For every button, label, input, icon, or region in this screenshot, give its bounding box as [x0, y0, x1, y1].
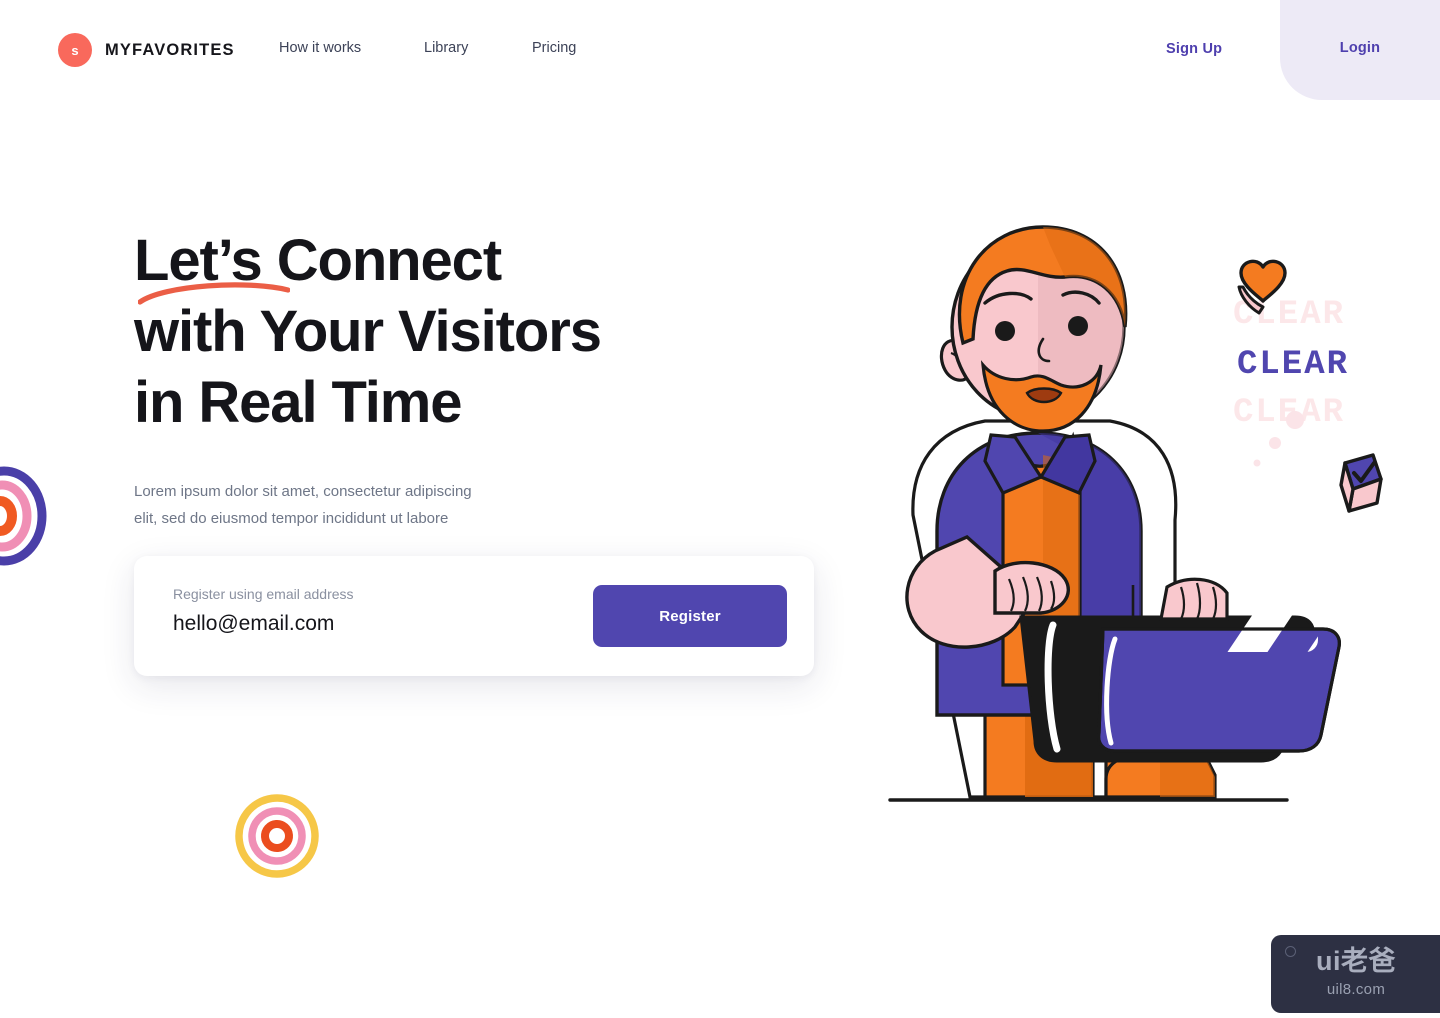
eye-left [995, 321, 1015, 341]
brand-name: MYFAVORITES [105, 40, 235, 59]
decor-dot-large [1286, 411, 1304, 429]
hand-left [993, 560, 1070, 615]
headline-line-1: Let’s Connect [134, 228, 502, 293]
hand-right [1159, 577, 1229, 621]
subtitle-line-1: Lorem ipsum dolor sit amet, consectetur … [134, 483, 472, 500]
email-field[interactable] [173, 612, 573, 636]
subtitle-line-2: elit, sed do eiusmod tempor incididunt u… [134, 509, 449, 527]
landing-page: Login s MYFAVORITES How it works Library… [0, 0, 1440, 1018]
page-title: Let’s Connect with Your Visitors in Real… [134, 225, 834, 438]
register-button[interactable]: Register [593, 585, 787, 647]
navbar: Login s MYFAVORITES How it works Library… [0, 0, 1440, 100]
hero-subtitle: Lorem ipsum dolor sit amet, consectetur … [134, 479, 534, 532]
watermark: ui老爸 uil8.com [1271, 935, 1440, 1013]
target-rings-left-icon [0, 466, 47, 566]
logo-letter: s [71, 42, 79, 58]
nav-item-how-it-works[interactable]: How it works [279, 40, 424, 56]
eye-right [1068, 316, 1088, 336]
signup-button[interactable]: Sign Up [1166, 41, 1222, 57]
email-field-label: Register using email address [173, 586, 354, 602]
laptop-screen [1097, 611, 1341, 753]
brand-logo[interactable]: s MYFAVORITES [58, 33, 235, 67]
nav-item-library[interactable]: Library [424, 40, 532, 56]
headline-line-2: with Your Visitors [134, 299, 602, 364]
nav-links: How it works Library Pricing [279, 40, 632, 56]
headline-line-3: in Real Time [134, 370, 463, 435]
target-rings-bottom-icon [235, 794, 319, 878]
check-cube-icon [1339, 453, 1383, 513]
clear-label: CLEAR [1237, 346, 1349, 384]
watermark-url: uil8.com [1326, 981, 1386, 998]
decor-dot-small [1253, 459, 1261, 467]
login-button[interactable]: Login [1280, 40, 1440, 56]
watermark-title: ui老爸 [1316, 946, 1396, 976]
register-form-card: Register using email address Register [134, 556, 814, 676]
hero-content: Let’s Connect with Your Visitors in Real… [134, 225, 834, 532]
hero-illustration: CLEAR CLEAR CLEAR [888, 225, 1383, 802]
nav-item-pricing[interactable]: Pricing [532, 40, 632, 56]
mouth [1025, 387, 1063, 404]
logo-icon: s [58, 33, 92, 67]
clear-banner: CLEAR CLEAR CLEAR [1233, 296, 1349, 432]
decor-dot-medium [1269, 437, 1281, 449]
